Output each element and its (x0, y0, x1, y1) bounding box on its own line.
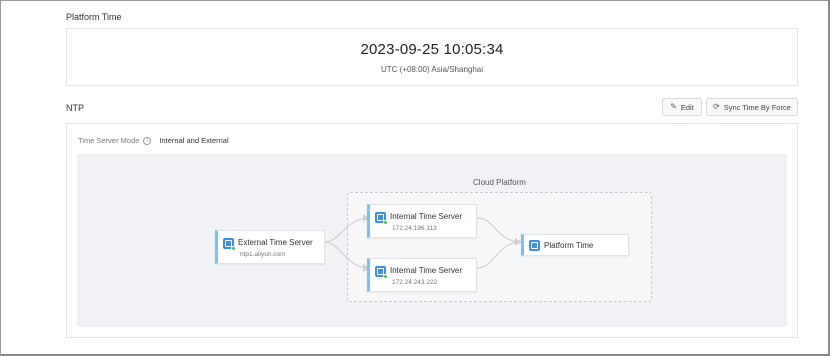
status-ok-icon (383, 274, 388, 279)
status-ok-icon (231, 246, 236, 251)
node-title: Internal Time Server (390, 266, 463, 275)
sync-button-label: Sync Time By Force (723, 102, 791, 112)
ntp-card: Time Server Mode i Internal and External… (66, 123, 798, 338)
link-external-to-internal-2 (324, 241, 370, 269)
pencil-icon: ✎ (670, 102, 677, 111)
link-internal-1-to-platform (476, 217, 522, 243)
ntp-heading: NTP (66, 103, 84, 113)
link-external-to-internal-1 (324, 217, 370, 243)
node-address: ntp1.aliyun.com (240, 251, 286, 258)
internal-time-server-node-2[interactable]: Internal Time Server 172.24.243.222 (367, 258, 477, 292)
ntp-topology-diagram: Cloud Platform External Time Server ntp1… (77, 154, 787, 327)
platform-time-card: 2023-09-25 10:05:34 UTC (+08:00) Asia/Sh… (66, 28, 798, 86)
sync-time-button[interactable]: ⟳ Sync Time By Force (706, 98, 798, 116)
edit-button[interactable]: ✎ Edit (662, 98, 702, 116)
connection-lines (324, 214, 522, 272)
window-frame: Platform Time 2023-09-25 10:05:34 UTC (+… (0, 0, 830, 356)
time-server-mode-label: Time Server Mode (78, 136, 140, 145)
external-time-server-node[interactable]: External Time Server ntp1.aliyun.com (215, 230, 325, 264)
internal-time-server-node-1[interactable]: Internal Time Server 172.24.196.113 (367, 204, 477, 238)
link-internal-2-to-platform (476, 241, 522, 269)
node-title: Platform Time (544, 241, 594, 250)
monitor-icon (529, 240, 540, 251)
edit-button-label: Edit (680, 102, 694, 112)
node-address: 172.24.196.113 (392, 225, 437, 232)
platform-time-node[interactable]: Platform Time (521, 234, 629, 256)
refresh-icon: ⟳ (713, 102, 720, 111)
time-server-mode-row: Time Server Mode i Internal and External (78, 136, 229, 145)
time-server-mode-value: Internal and External (159, 136, 229, 145)
timezone-label: UTC (+08:00) Asia/Shanghai (380, 65, 484, 74)
node-title: Internal Time Server (390, 212, 463, 221)
node-title: External Time Server (238, 238, 313, 247)
info-icon[interactable]: i (143, 136, 152, 145)
node-address: 172.24.243.222 (392, 279, 438, 286)
current-time: 2023-09-25 10:05:34 (360, 41, 504, 58)
platform-time-heading: Platform Time (66, 12, 122, 22)
status-ok-icon (383, 220, 388, 225)
